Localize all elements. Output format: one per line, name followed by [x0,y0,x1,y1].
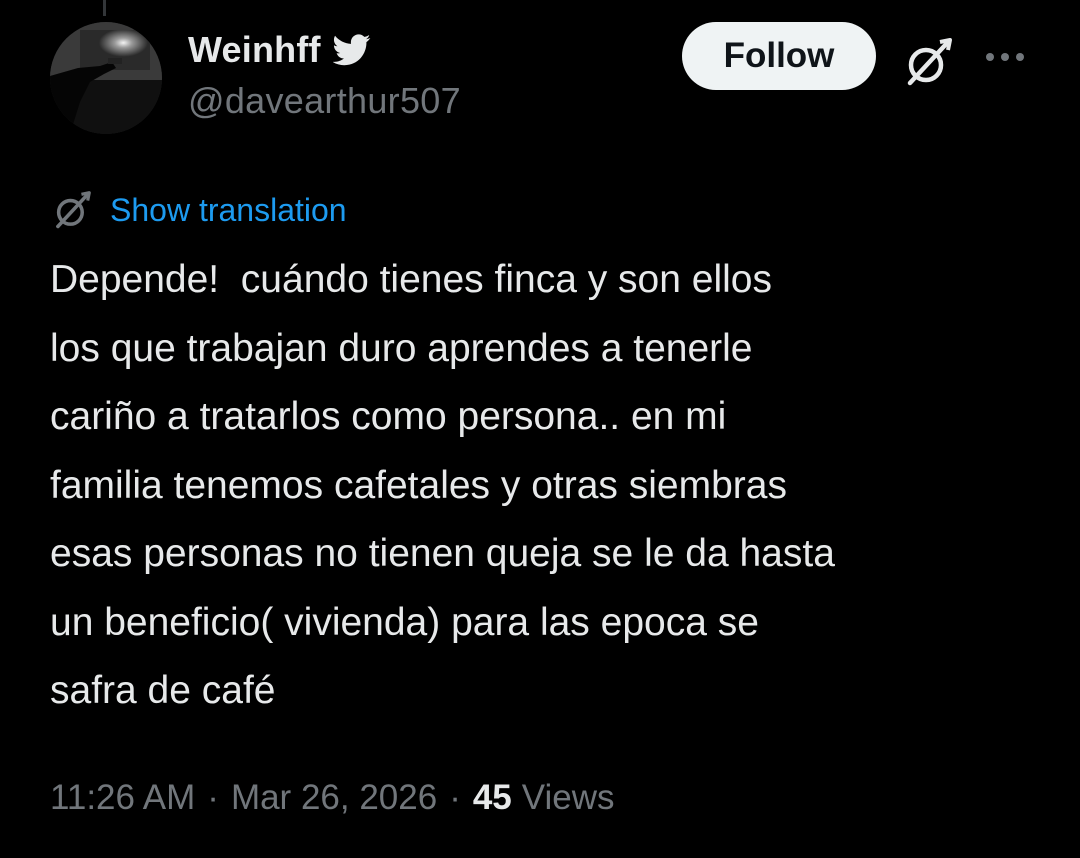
author-name-block[interactable]: Weinhff @davearthur507 [188,29,461,122]
meta-separator: · [207,778,219,817]
avatar[interactable] [50,22,162,134]
post-header: Weinhff @davearthur507 Follow [48,22,1038,136]
post-text: Depende! cuándo tienes finca y son ellos… [50,258,835,712]
post-time[interactable]: 11:26 AM [50,778,195,818]
show-translation-link[interactable]: Show translation [110,192,347,229]
grok-icon [50,188,94,232]
post-meta: 11:26 AM · Mar 26, 2026 · 45 Views [50,778,615,818]
twitter-bird-icon [332,34,371,66]
follow-button[interactable]: Follow [682,22,876,90]
translation-row: Show translation [50,188,347,232]
views-count[interactable]: 45 [473,778,512,818]
thread-connector-line [103,0,106,16]
post-date[interactable]: Mar 26, 2026 [231,778,437,818]
grok-icon[interactable] [900,34,956,90]
more-dots-icon[interactable] [982,42,1028,72]
author-handle[interactable]: @davearthur507 [188,80,461,122]
views-label[interactable]: Views [522,778,615,818]
meta-separator: · [449,778,461,817]
author-display-name[interactable]: Weinhff [188,29,321,71]
